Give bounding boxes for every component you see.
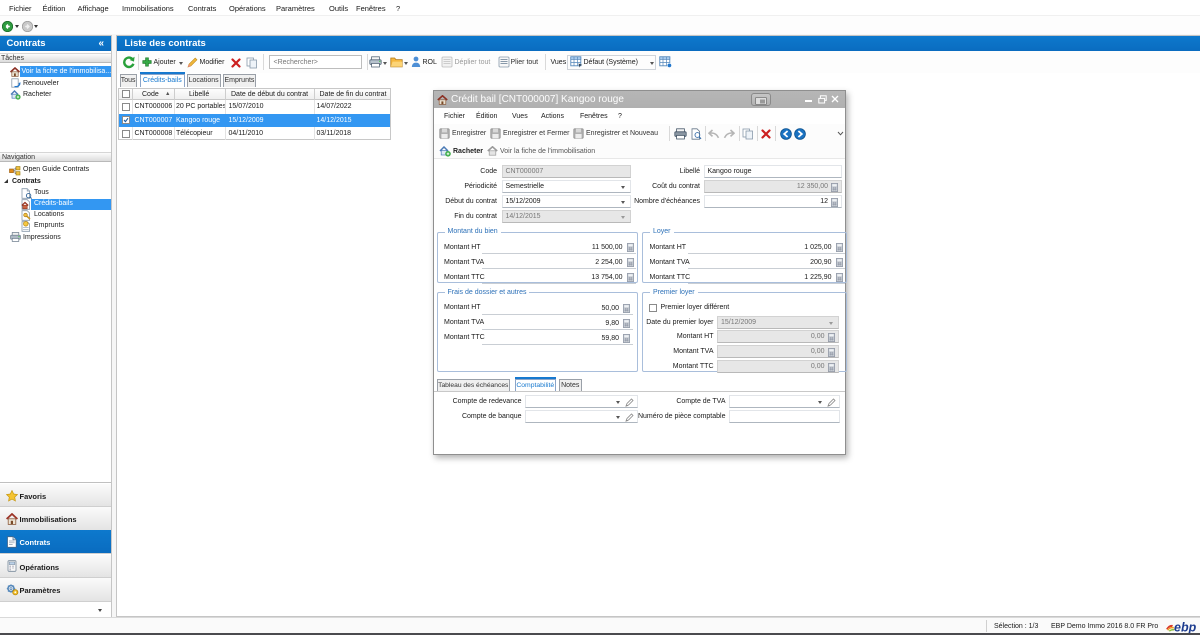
svg-text:ebp: ebp bbox=[1174, 621, 1197, 634]
